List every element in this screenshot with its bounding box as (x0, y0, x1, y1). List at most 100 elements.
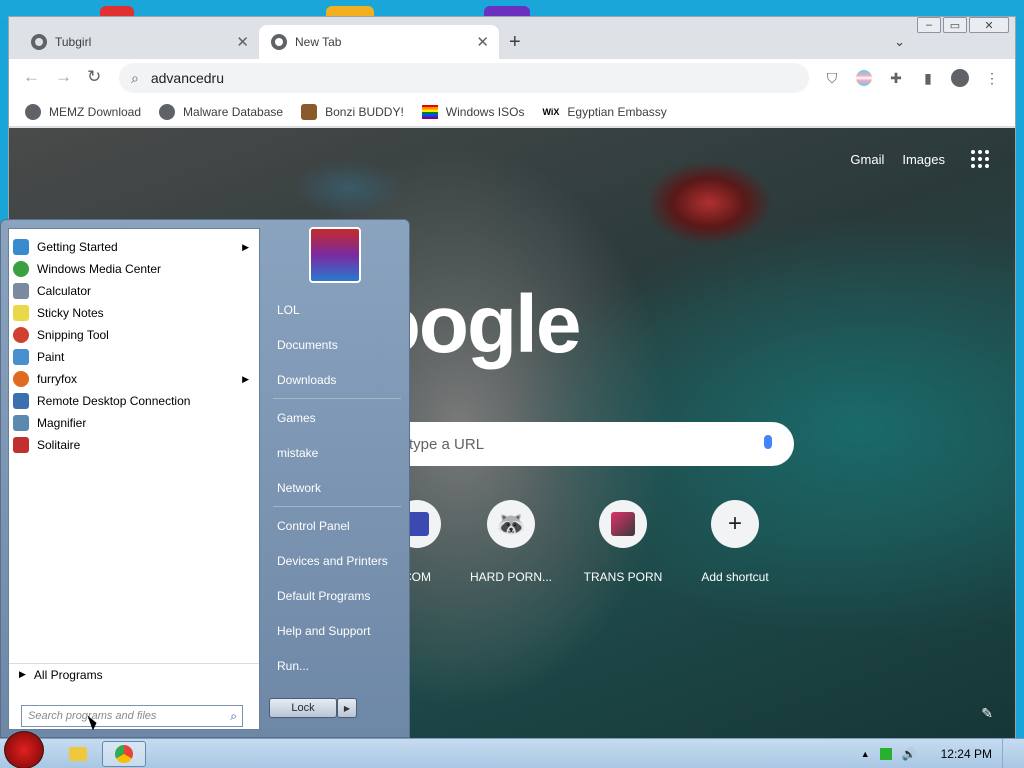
rainbow-flag-icon (421, 104, 438, 119)
start-item-remote-desktop[interactable]: Remote Desktop Connection (9, 390, 259, 412)
wix-icon: WiX (542, 106, 560, 117)
start-right-lol[interactable]: LOL (277, 303, 300, 317)
back-button[interactable]: ← (23, 67, 40, 87)
plus-icon: + (711, 500, 759, 548)
search-icon: ⌕ (131, 69, 139, 86)
chrome-icon (271, 34, 287, 50)
snipping-tool-icon (13, 327, 29, 343)
globe-icon (159, 103, 176, 120)
bookmark-memz[interactable]: MEMZ Download (25, 103, 141, 120)
bookmark-egyptian-embassy[interactable]: WiX Egyptian Embassy (542, 105, 666, 119)
globe-icon (25, 103, 41, 120)
start-right-downloads[interactable]: Downloads (277, 373, 336, 387)
separator (273, 506, 401, 507)
tab-title: New Tab (295, 35, 342, 49)
extensions-puzzle-icon[interactable]: ✚ (887, 69, 905, 87)
tab-tubgirl[interactable]: Tubgirl ✕ (19, 25, 259, 59)
start-item-media-center[interactable]: Windows Media Center (9, 258, 259, 280)
tab-search-chevron-icon[interactable]: ⌄ (894, 34, 905, 50)
volume-icon[interactable]: 🔊 (902, 747, 917, 761)
user-avatar[interactable] (309, 227, 361, 283)
address-text: advancedru (150, 70, 225, 86)
shortcut-icon (599, 500, 647, 548)
start-right-help-support[interactable]: Help and Support (277, 624, 370, 638)
media-center-icon (13, 261, 29, 277)
profile-avatar-icon[interactable] (951, 69, 969, 87)
toolbar: ← → ↻ ⌕ advancedru ⛉ ✚ ▮ ⋮ (9, 59, 1015, 97)
start-item-paint[interactable]: Paint (9, 346, 259, 368)
pride-extension-icon[interactable] (855, 69, 873, 87)
clock[interactable]: 12:24 PM (941, 747, 992, 761)
start-right-mistake[interactable]: mistake (277, 446, 318, 460)
getting-started-icon (13, 239, 29, 255)
start-right-run[interactable]: Run... (277, 659, 309, 673)
show-desktop-button[interactable] (1002, 739, 1012, 768)
solitaire-icon (13, 437, 29, 453)
start-search-input[interactable]: Search programs and files ⌕ (21, 705, 243, 727)
chrome-icon (115, 745, 133, 763)
bookmark-bonzi[interactable]: Bonzi BUDDY! (301, 103, 404, 120)
add-shortcut[interactable]: + Add shortcut (679, 500, 791, 584)
gmail-link[interactable]: Gmail (850, 152, 884, 167)
show-hidden-icons-icon[interactable]: ▲ (861, 749, 870, 759)
tab-strip: Tubgirl ✕ New Tab ✕ + ⌄ (9, 25, 1015, 59)
images-link[interactable]: Images (902, 152, 945, 167)
taskbar: ▲ 🔊 12:24 PM (0, 731, 1024, 768)
tab-title: Tubgirl (55, 35, 92, 49)
shutdown-options-arrow-icon[interactable]: ▶ (337, 698, 357, 718)
start-item-snipping-tool[interactable]: Snipping Tool (9, 324, 259, 346)
submenu-arrow-icon: ▶ (242, 241, 249, 252)
close-tab-icon[interactable]: ✕ (236, 33, 249, 51)
address-bar[interactable]: ⌕ advancedru (119, 63, 809, 93)
ublock-icon[interactable]: ⛉ (823, 69, 841, 87)
system-tray: ▲ 🔊 12:24 PM (861, 739, 1024, 768)
bonzi-icon (301, 103, 318, 120)
start-item-solitaire[interactable]: Solitaire (9, 434, 259, 456)
tab-new-tab[interactable]: New Tab ✕ (259, 25, 499, 59)
remote-desktop-icon (13, 393, 29, 409)
new-tab-button[interactable]: + (509, 31, 521, 54)
google-apps-icon[interactable] (971, 150, 989, 168)
start-right-games[interactable]: Games (277, 411, 316, 425)
reload-button[interactable]: ↻ (87, 67, 101, 87)
lock-button[interactable]: Lock (269, 698, 337, 718)
start-right-default-programs[interactable]: Default Programs (277, 589, 370, 603)
start-right-documents[interactable]: Documents (277, 338, 338, 352)
explorer-taskbar-button[interactable] (56, 741, 100, 767)
microphone-icon[interactable] (764, 435, 772, 449)
shortcut-trans-porn[interactable]: TRANS PORN (567, 500, 679, 584)
google-header-links: Gmail Images (850, 152, 945, 167)
start-right-devices-printers[interactable]: Devices and Printers (277, 554, 388, 568)
start-item-sticky-notes[interactable]: Sticky Notes (9, 302, 259, 324)
start-right-network[interactable]: Network (277, 481, 321, 495)
raccoon-icon: 🦝 (487, 500, 535, 548)
search-icon[interactable]: ⌕ (230, 709, 237, 724)
bookmark-windows-isos[interactable]: Windows ISOs (421, 104, 524, 119)
start-button-angry-bird-icon[interactable] (4, 731, 44, 768)
firefox-icon (13, 371, 29, 387)
chrome-taskbar-button[interactable] (102, 741, 146, 767)
triangle-right-icon: ▶ (19, 669, 26, 679)
bookmark-malware-database[interactable]: Malware Database (159, 103, 283, 120)
start-menu-programs-pane: Getting Started ▶ Windows Media Center C… (8, 228, 260, 730)
shortcut-label: TRANS PORN (583, 570, 663, 584)
separator (273, 398, 401, 399)
customize-pencil-icon[interactable]: ✎ (981, 705, 993, 722)
search-placeholder: type a URL (409, 435, 485, 453)
close-tab-icon[interactable]: ✕ (476, 33, 489, 51)
calculator-icon (13, 283, 29, 299)
network-icon[interactable] (879, 748, 892, 760)
start-item-calculator[interactable]: Calculator (9, 280, 259, 302)
shortcut-hard-porn[interactable]: 🦝 HARD PORN... (455, 500, 567, 584)
folder-icon (69, 747, 87, 761)
start-item-magnifier[interactable]: Magnifier (9, 412, 259, 434)
start-item-getting-started[interactable]: Getting Started ▶ (9, 236, 259, 258)
start-right-control-panel[interactable]: Control Panel (277, 519, 350, 533)
menu-kebab-icon[interactable]: ⋮ (983, 69, 1001, 87)
sticky-notes-icon (13, 305, 29, 321)
start-item-furryfox[interactable]: furryfox ▶ (9, 368, 259, 390)
forward-button[interactable]: → (55, 67, 72, 87)
side-panel-icon[interactable]: ▮ (919, 69, 937, 87)
submenu-arrow-icon: ▶ (242, 373, 249, 384)
all-programs[interactable]: ▶ All Programs (9, 663, 259, 685)
